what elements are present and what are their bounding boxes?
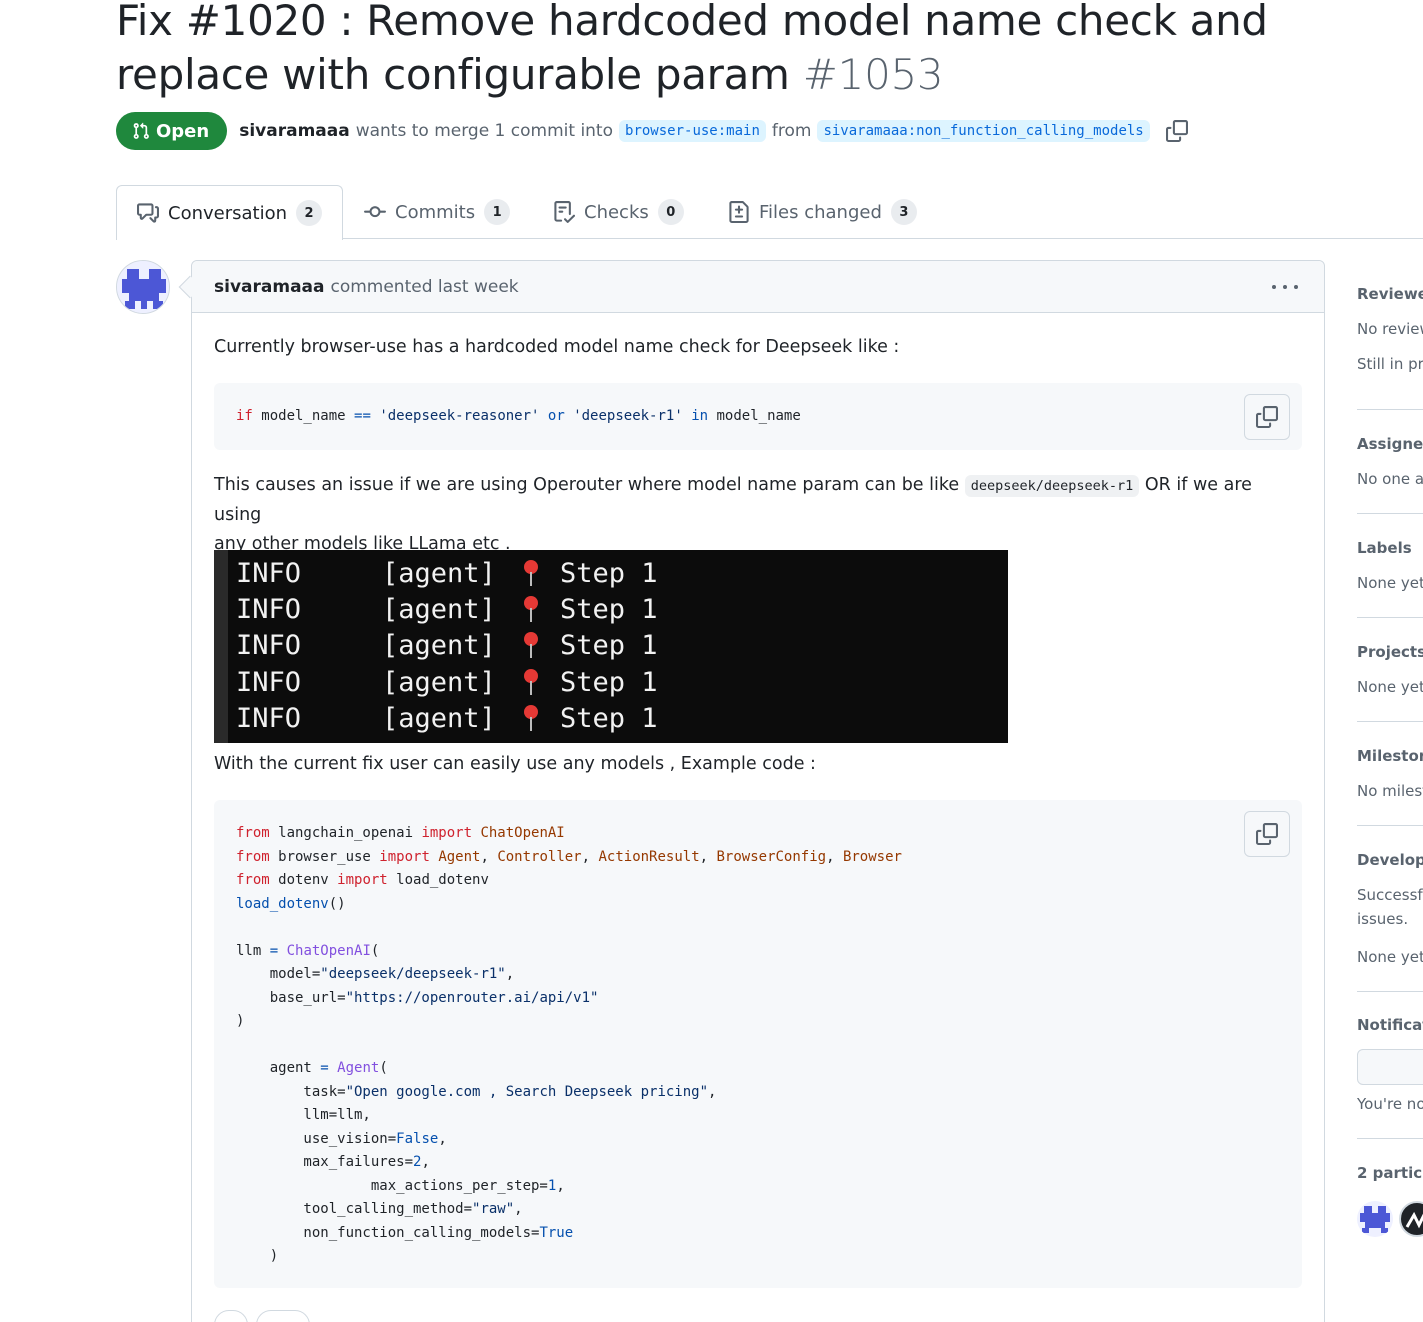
sidebar-reviewers-title[interactable]: Reviewers (1357, 285, 1423, 303)
pushpin-icon (516, 594, 546, 624)
comment-author[interactable]: sivaramaaa (214, 277, 324, 297)
tab-checks[interactable]: Checks 0 (553, 185, 684, 239)
merge-text: wants to merge 1 commit into (355, 121, 614, 141)
pushpin-icon (516, 558, 546, 588)
pr-author-link[interactable]: sivaramaaa (239, 121, 349, 141)
sidebar-divider (1357, 721, 1423, 722)
terminal-line: INFO [agent] Step 1 (236, 593, 658, 625)
identicon-icon (117, 261, 169, 313)
pushpin-icon (516, 667, 546, 697)
kebab-menu-icon[interactable] (1272, 275, 1298, 299)
sidebar-reviewers-text2: Still in progress? (1357, 355, 1423, 373)
sidebar-assignees-title[interactable]: Assignees (1357, 435, 1423, 453)
terminal-line: INFO [agent] Step 1 (236, 666, 658, 698)
terminal-screenshot: INFO [agent] Step 1 INFO [agent] Step 1 INFO… (214, 550, 1008, 743)
pushpin-icon (516, 630, 546, 660)
code-block-1: if model_name == 'deepseek-reasoner' or … (214, 383, 1302, 450)
head-branch[interactable]: sivaramaaa:non_function_calling_models (817, 120, 1150, 142)
copy-icon (1256, 823, 1278, 845)
from-text: from (771, 121, 812, 141)
comment-meta[interactable]: commented last week (330, 277, 518, 297)
sidebar-milestone-text: No milestone (1357, 782, 1423, 800)
para2-text-a: This causes an issue if we are using Ope… (214, 475, 960, 495)
git-commit-icon (364, 206, 386, 218)
copy-icon[interactable] (1165, 120, 1188, 142)
sidebar-divider (1357, 409, 1423, 410)
tab-conversation[interactable]: Conversation 2 (116, 185, 344, 240)
sidebar-divider (1357, 825, 1423, 826)
file-diff-icon (729, 201, 749, 223)
sidebar-participants-title: 2 participants (1357, 1164, 1423, 1182)
code-2-content: from langchain_openai import ChatOpenAI … (236, 825, 902, 1264)
tab-commits[interactable]: Commits 1 (364, 185, 511, 239)
comment-header: sivaramaaa commented last week (192, 261, 1324, 313)
comment-paragraph-2: This causes an issue if we are using Ope… (214, 471, 1304, 559)
terminal-scrollbar (214, 550, 228, 743)
checklist-icon (554, 201, 575, 223)
tab-files-changed[interactable]: Files changed 3 (728, 185, 917, 239)
pr-meta: Open sivaramaaa wants to merge 1 commit … (116, 112, 1188, 150)
sidebar-divider (1357, 617, 1423, 618)
pushpin-icon (516, 703, 546, 733)
inline-code: deepseek/deepseek-r1 (964, 475, 1140, 497)
tab-label: Commits (395, 201, 476, 223)
sidebar-projects-title[interactable]: Projects (1357, 643, 1423, 661)
base-branch[interactable]: browser-use:main (619, 120, 766, 142)
sidebar-projects-text: None yet (1357, 678, 1423, 696)
terminal-line: INFO [agent] Step 1 (236, 629, 658, 661)
tab-counter: 1 (484, 199, 511, 225)
sidebar-divider (1357, 1138, 1423, 1139)
tab-label: Files changed (759, 201, 882, 223)
state-label: Open (156, 120, 210, 142)
copy-code-button[interactable] (1244, 394, 1290, 440)
pr-title: Fix #1020 : Remove hardcoded model name … (116, 0, 1416, 102)
tab-label: Checks (584, 201, 649, 223)
sidebar-milestone-title[interactable]: Milestone (1357, 747, 1423, 765)
comment-paragraph-3: With the current fix user can easily use… (214, 754, 816, 774)
sidebar-divider (1357, 513, 1423, 514)
terminal-line: INFO [agent] Step 1 (236, 702, 658, 734)
sidebar: Reviewers No reviews Still in progress? … (1357, 280, 1423, 1322)
comment-discussion-icon (137, 203, 159, 223)
sidebar-development-text3: None yet (1357, 948, 1423, 966)
pr-number: #1053 (802, 50, 944, 99)
state-badge: Open (116, 112, 228, 150)
participant-avatar[interactable] (1399, 1201, 1423, 1237)
tab-counter: 2 (296, 200, 323, 226)
identicon-icon (1357, 1201, 1393, 1237)
code-1-content: if model_name == 'deepseek-reasoner' or … (236, 408, 801, 424)
merge-info: sivaramaaa wants to merge 1 commit into … (239, 120, 1188, 142)
terminal-line: INFO [agent] Step 1 (236, 557, 658, 589)
sidebar-development-title[interactable]: Development (1357, 851, 1423, 869)
tab-counter: 3 (890, 199, 917, 225)
sidebar-notifications-title: Notifications (1357, 1016, 1423, 1034)
reaction-button[interactable] (256, 1310, 310, 1322)
sidebar-labels-title[interactable]: Labels (1357, 539, 1412, 557)
participant-avatar[interactable] (1357, 1201, 1393, 1237)
copy-code-button[interactable] (1244, 811, 1290, 857)
activity-icon (1405, 1211, 1423, 1229)
pr-tabs: Conversation 2 Commits 1 Checks 0 Files … (0, 185, 1423, 240)
sidebar-divider (1357, 991, 1423, 992)
sidebar-assignees-text: No one assigned (1357, 470, 1423, 488)
git-pull-request-icon (133, 122, 149, 139)
tab-counter: 0 (657, 199, 684, 225)
tab-label: Conversation (168, 202, 288, 224)
author-avatar[interactable] (116, 260, 170, 314)
copy-icon (1256, 406, 1278, 428)
sidebar-reviewers-text: No reviews (1357, 320, 1423, 338)
pr-title-text: Fix #1020 : Remove hardcoded model name … (116, 0, 1268, 99)
sidebar-development-text: Successfully merging this pull request m… (1357, 886, 1423, 904)
sidebar-labels-text: None yet (1357, 574, 1423, 592)
code-block-2: from langchain_openai import ChatOpenAI … (214, 800, 1302, 1288)
comment-paragraph-1: Currently browser-use has a hardcoded mo… (214, 337, 900, 357)
sidebar-notifications-text: You're not receiving notifications (1357, 1095, 1423, 1113)
subscribe-button[interactable] (1357, 1049, 1423, 1085)
sidebar-development-text2: issues. (1357, 910, 1409, 928)
